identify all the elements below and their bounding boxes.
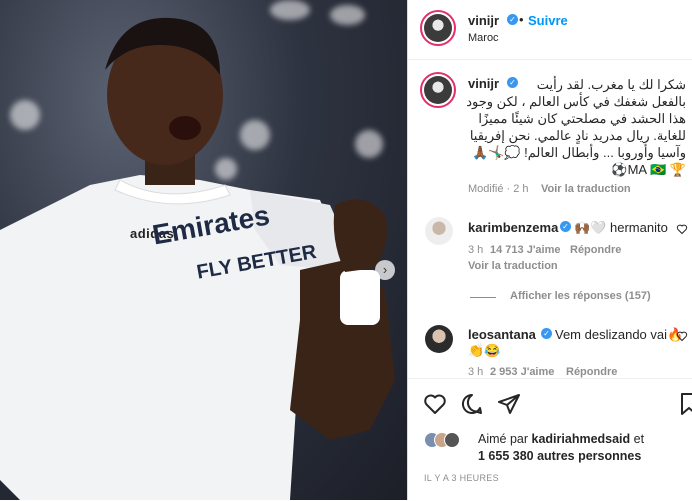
post-panel: vinijr ✓ • Suivre Maroc vinijr ✓ شكرا لك…	[407, 0, 692, 501]
comment-translate-link[interactable]: Voir la traduction	[468, 260, 558, 272]
verified-icon: ✓	[560, 221, 571, 232]
post-footer: Aimé par kadiriahmedsaid et 1 655 380 au…	[408, 378, 692, 501]
post-photo[interactable]: adidas Emirates FLY BETTER ›	[0, 0, 407, 500]
next-photo-icon[interactable]: ›	[375, 260, 395, 280]
comment-reply-button[interactable]: Répondre	[570, 244, 621, 256]
comment-username[interactable]: karimbenzema	[468, 220, 558, 235]
comment-username[interactable]: leosantana	[468, 327, 536, 342]
commenter-avatar[interactable]	[425, 325, 453, 353]
bookmark-icon[interactable]	[680, 392, 692, 416]
caption-line: شكرا لك يا مغرب. لقد رأيت	[536, 77, 686, 92]
comment-text: 🙌🏾🤍 hermanito	[574, 220, 668, 235]
liked-by-prefix: Aimé par	[478, 432, 529, 446]
likes-summary: Aimé par kadiriahmedsaid et 1 655 380 au…	[478, 431, 688, 465]
share-icon[interactable]	[497, 392, 521, 416]
post-time-ago: IL Y A 3 HEURES	[424, 473, 499, 483]
comment-text-continued: 👏😂	[468, 343, 501, 358]
player-illustration	[0, 17, 395, 500]
caption-translate-link[interactable]: Voir la traduction	[541, 183, 631, 195]
commenter-avatar[interactable]	[425, 217, 453, 245]
comment-likes[interactable]: 14 713 J'aime	[490, 244, 561, 256]
liked-by-user[interactable]: kadiriahmedsaid	[532, 432, 631, 446]
location-label[interactable]: Maroc	[468, 32, 499, 44]
caption-text: شكرا لك يا مغرب. لقد رأيت بالفعل شغفك في…	[466, 76, 686, 178]
verified-icon: ✓	[507, 14, 518, 25]
caption-line: للغاية. ريال مدريد نادٍ عالمي. نحن إفريق…	[469, 128, 686, 143]
comment-time: 3 h	[468, 244, 484, 256]
caption-line: هذا الحشد في مصلحتي كان شيئًا مميزًا	[478, 111, 686, 126]
comment-time: 3 h	[468, 366, 484, 378]
view-replies-button[interactable]: Afficher les réponses (157)	[510, 290, 651, 302]
comment-likes[interactable]: 2 953 J'aime	[490, 366, 554, 378]
caption-line: بالفعل شغفك في كأس العالم ، لكن وجود	[466, 94, 686, 109]
post-header: vinijr ✓ • Suivre Maroc	[408, 0, 692, 60]
caption-line: وآسيا وأوروبا ... وأبطال العالم! 💭🤸🏾‍♂️🙏…	[471, 145, 686, 160]
caption-line: 🏆 MA 🇧🇷⚽	[611, 162, 686, 177]
author-avatar[interactable]	[420, 10, 456, 46]
comment-icon[interactable]	[460, 392, 484, 416]
separator-dot: •	[519, 12, 524, 27]
liked-by-and: et	[633, 432, 645, 446]
heart-icon[interactable]	[423, 392, 447, 416]
replies-divider	[470, 297, 496, 298]
comment-text: Vem deslizando vai🔥	[555, 327, 684, 342]
liker-avatar	[444, 432, 460, 448]
caption-edited-time: Modifié · 2 h	[468, 183, 529, 195]
caption-avatar[interactable]	[420, 72, 456, 108]
comment-like-icon[interactable]	[676, 330, 688, 342]
verified-icon: ✓	[541, 328, 552, 339]
comment-like-icon[interactable]	[676, 223, 688, 235]
header-username[interactable]: vinijr	[468, 13, 499, 28]
likes-count[interactable]: 1 655 380 autres personnes	[478, 449, 641, 463]
follow-button[interactable]: Suivre	[528, 13, 568, 28]
comment-reply-button[interactable]: Répondre	[566, 366, 617, 378]
